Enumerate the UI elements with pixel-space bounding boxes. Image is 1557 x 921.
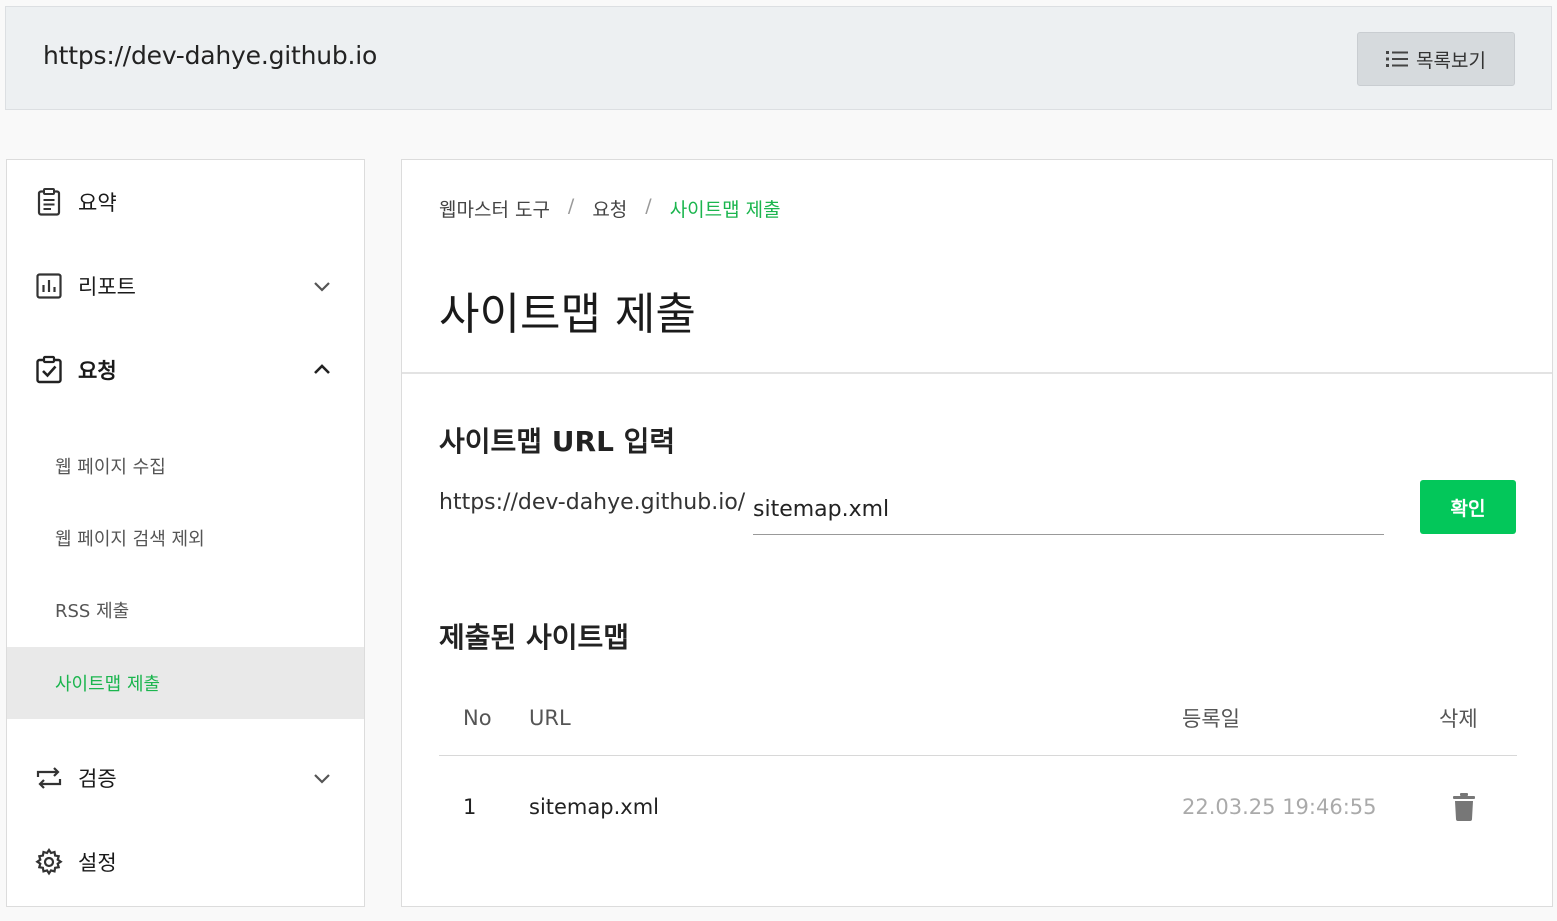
breadcrumb-item-current: 사이트맵 제출 (669, 199, 781, 221)
clipboard-icon (37, 188, 61, 216)
sidebar-subitem-rss[interactable]: RSS 제출 (7, 574, 364, 646)
sidebar-item-label: 요약 (78, 191, 117, 215)
table-header: No URL 등록일 삭제 (439, 680, 1517, 756)
confirm-button[interactable]: 확인 (1420, 480, 1516, 534)
column-header-date: 등록일 (1182, 706, 1240, 731)
url-prefix: https://dev-dahye.github.io/ (439, 490, 746, 515)
row-date: 22.03.25 19:46:55 (1182, 795, 1377, 819)
column-header-delete: 삭제 (1439, 706, 1478, 731)
list-icon (1386, 51, 1409, 67)
sidebar-item-label: 설정 (78, 851, 117, 875)
sidebar-item-label: 리포트 (78, 275, 136, 299)
site-bar: https://dev-dahye.github.io 목록보기 (5, 6, 1552, 110)
sidebar-item-summary[interactable]: 요약 (7, 172, 364, 232)
sitemap-url-input[interactable] (753, 485, 1384, 535)
sidebar-item-settings[interactable]: 설정 (7, 832, 364, 892)
breadcrumb: 웹마스터 도구 / 요청 / 사이트맵 제출 (439, 195, 781, 222)
row-url: sitemap.xml (529, 795, 659, 819)
breadcrumb-separator: / (567, 195, 575, 217)
table-row: 1 sitemap.xml 22.03.25 19:46:55 (439, 757, 1517, 857)
chevron-down-icon (314, 774, 330, 784)
repeat-icon (36, 767, 62, 789)
sidebar-subitem-web-crawl[interactable]: 웹 페이지 수집 (7, 430, 364, 502)
sidebar-item-report[interactable]: 리포트 (7, 256, 364, 316)
sidebar-item-request[interactable]: 요청 (7, 340, 364, 400)
column-header-no: No (463, 705, 492, 730)
page-title: 사이트맵 제출 (439, 289, 696, 340)
sidebar-item-verify[interactable]: 검증 (7, 748, 364, 808)
sidebar-item-label: 검증 (78, 767, 117, 791)
breadcrumb-separator: / (645, 195, 652, 217)
row-no: 1 (463, 795, 477, 819)
divider (402, 372, 1552, 374)
breadcrumb-item-request[interactable]: 요청 (592, 195, 627, 222)
chevron-down-icon (314, 282, 330, 292)
sitemap-url-section-title: 사이트맵 URL 입력 (439, 425, 676, 458)
submitted-sitemaps-title: 제출된 사이트맵 (439, 621, 630, 654)
list-view-button-label: 목록보기 (1416, 49, 1486, 72)
sidebar-subitem-sitemap[interactable]: 사이트맵 제출 (7, 647, 364, 719)
sidebar: 요약 리포트 요청 웹 페이지 수집 웹 페이지 검색 제외 RSS 제출 사이… (6, 159, 365, 907)
clipboard-check-icon (36, 355, 62, 384)
gear-icon (35, 848, 63, 876)
main-content: 웹마스터 도구 / 요청 / 사이트맵 제출 사이트맵 제출 사이트맵 URL … (401, 159, 1553, 907)
site-url: https://dev-dahye.github.io (43, 41, 378, 70)
trash-icon (1453, 793, 1475, 821)
sidebar-subitem-label: 웹 페이지 수집 (55, 457, 166, 478)
sidebar-subitem-label: RSS 제출 (55, 601, 130, 622)
sidebar-subitem-label: 웹 페이지 검색 제외 (55, 529, 205, 550)
breadcrumb-item-webmaster-tools[interactable]: 웹마스터 도구 (439, 195, 550, 222)
delete-button[interactable] (1453, 757, 1475, 857)
chevron-up-icon (314, 364, 330, 374)
sidebar-item-label: 요청 (78, 359, 117, 383)
sidebar-subitem-web-exclude[interactable]: 웹 페이지 검색 제외 (7, 502, 364, 574)
bar-chart-icon (36, 273, 62, 299)
list-view-button[interactable]: 목록보기 (1357, 32, 1515, 86)
sidebar-subitem-label: 사이트맵 제출 (55, 674, 161, 695)
column-header-url: URL (529, 705, 571, 730)
